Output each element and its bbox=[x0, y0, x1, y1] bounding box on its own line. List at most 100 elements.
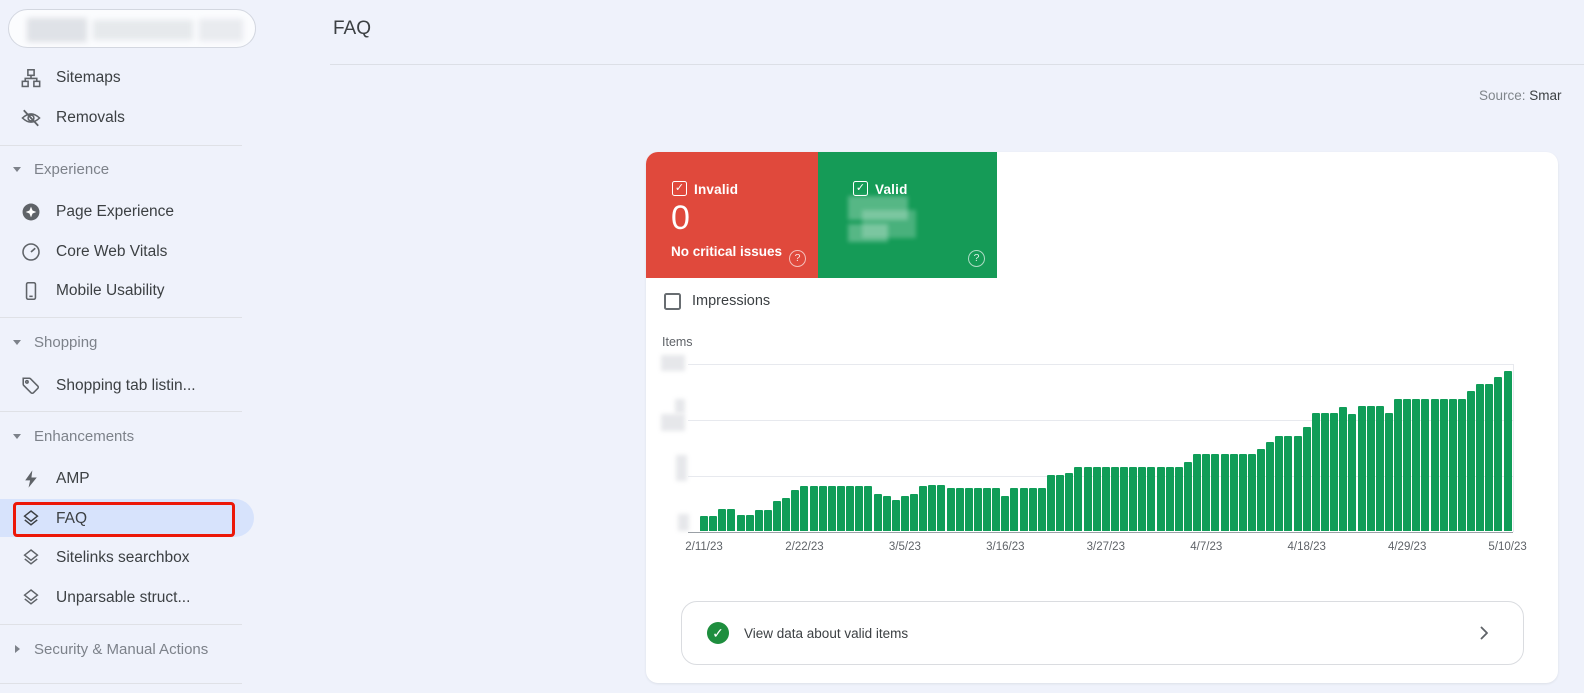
chart-bar bbox=[973, 488, 982, 531]
chart-bar bbox=[955, 488, 964, 531]
chart-x-tick-label: 2/22/23 bbox=[785, 541, 824, 553]
chart-bar bbox=[1037, 488, 1046, 531]
source-label: Source: bbox=[1479, 88, 1526, 103]
sitemap-icon bbox=[21, 68, 41, 88]
chart-bar bbox=[1174, 467, 1183, 531]
sidebar-item-unparsable-structured-data[interactable]: Unparsable struct... bbox=[0, 578, 256, 618]
chart-bar bbox=[763, 510, 772, 531]
chart-bar bbox=[745, 515, 754, 531]
valid-checkbox-checked[interactable]: ✓ bbox=[853, 181, 868, 196]
chart-bar bbox=[1320, 413, 1329, 531]
chart-bar bbox=[1330, 413, 1339, 531]
chart-bar bbox=[1202, 454, 1211, 531]
view-valid-items-row[interactable]: ✓ View data about valid items bbox=[681, 601, 1524, 665]
chart-bar bbox=[1494, 377, 1503, 531]
chart-bar bbox=[1375, 406, 1384, 531]
chart-bar bbox=[727, 509, 736, 531]
chart-bar bbox=[1092, 467, 1101, 531]
chart-bar bbox=[718, 509, 727, 531]
chart-bar bbox=[846, 486, 855, 531]
chart-bar bbox=[1165, 467, 1174, 531]
page-title: FAQ bbox=[333, 18, 372, 39]
chart-bar bbox=[1485, 384, 1494, 531]
sidebar-item-label: Sitemaps bbox=[56, 69, 121, 86]
sidebar-item-amp[interactable]: AMP bbox=[0, 459, 256, 499]
chart-bar bbox=[1019, 488, 1028, 531]
sidebar-item-removals[interactable]: Removals bbox=[0, 98, 256, 138]
chart-bar bbox=[1293, 436, 1302, 531]
chevron-down-icon bbox=[13, 340, 21, 345]
chart-bar bbox=[1266, 442, 1275, 531]
help-icon[interactable]: ? bbox=[789, 250, 806, 267]
chart-bar bbox=[1138, 467, 1147, 531]
sidebar-item-label: Sitelinks searchbox bbox=[56, 549, 190, 566]
chart-bar bbox=[983, 488, 992, 531]
chart-bar bbox=[1074, 467, 1083, 531]
chevron-right-icon bbox=[15, 645, 20, 653]
sidebar-divider bbox=[0, 317, 242, 318]
sidebar-section-experience[interactable]: Experience bbox=[0, 150, 256, 190]
sidebar-item-shopping-tab-listings[interactable]: Shopping tab listin... bbox=[0, 366, 256, 406]
impressions-checkbox[interactable] bbox=[664, 293, 681, 310]
header-divider bbox=[330, 64, 1584, 65]
redacted-y-tick bbox=[661, 355, 685, 371]
chart-bar bbox=[736, 515, 745, 531]
chart-bar bbox=[928, 485, 937, 531]
sidebar-item-core-web-vitals[interactable]: Core Web Vitals bbox=[0, 232, 256, 272]
source-line[interactable]: Source: Smar bbox=[1479, 88, 1584, 103]
invalid-status-card[interactable]: ✓ Invalid 0 No critical issues ? bbox=[646, 152, 818, 278]
invalid-checkbox-checked[interactable]: ✓ bbox=[672, 181, 687, 196]
chart-bar bbox=[836, 486, 845, 531]
chart-bar bbox=[1056, 475, 1065, 531]
sidebar-section-shopping[interactable]: Shopping bbox=[0, 323, 256, 363]
sidebar-divider bbox=[0, 683, 242, 684]
chart-bar bbox=[900, 496, 909, 531]
chart-bar bbox=[1120, 467, 1129, 531]
chart-bar bbox=[1257, 449, 1266, 531]
chart-bar bbox=[773, 501, 782, 531]
sidebar-item-sitelinks-searchbox[interactable]: Sitelinks searchbox bbox=[0, 538, 256, 578]
chart-bar bbox=[1183, 462, 1192, 531]
valid-check-icon: ✓ bbox=[707, 622, 729, 644]
property-selector[interactable] bbox=[8, 9, 256, 48]
chart-bar bbox=[1193, 454, 1202, 531]
valid-status-card[interactable]: ✓ Valid ? bbox=[818, 152, 997, 278]
smartphone-icon bbox=[21, 281, 41, 301]
chart-bar bbox=[1467, 391, 1476, 531]
sidebar-item-faq[interactable]: FAQ bbox=[0, 499, 256, 539]
chart-bar bbox=[1284, 436, 1293, 531]
section-label: Enhancements bbox=[34, 428, 135, 445]
chart-bar bbox=[1448, 399, 1457, 531]
valid-label: Valid bbox=[875, 182, 908, 197]
chart-bar bbox=[818, 486, 827, 531]
chart-bar bbox=[791, 490, 800, 531]
sidebar-section-enhancements[interactable]: Enhancements bbox=[0, 417, 256, 457]
sidebar-item-page-experience[interactable]: Page Experience bbox=[0, 192, 256, 232]
chevron-right-icon[interactable] bbox=[1475, 624, 1493, 642]
chart-bar bbox=[1247, 454, 1256, 531]
items-bar-chart: 2/11/23 2/22/23 3/5/23 3/16/23 3/27/23 4/7/23… bbox=[685, 364, 1527, 553]
chart-bar bbox=[709, 516, 718, 531]
chart-bar bbox=[1430, 399, 1439, 531]
chart-x-tick-label: 3/5/23 bbox=[888, 541, 921, 553]
sidebar-item-label: Mobile Usability bbox=[56, 282, 165, 299]
rich-result-layers-icon bbox=[21, 548, 41, 568]
help-icon[interactable]: ? bbox=[968, 250, 985, 267]
sidebar-item-sitemaps[interactable]: Sitemaps bbox=[0, 58, 256, 98]
sidebar-item-mobile-usability[interactable]: Mobile Usability bbox=[0, 271, 256, 311]
section-label: Experience bbox=[34, 161, 110, 178]
sidebar-section-security-manual-actions[interactable]: Security & Manual Actions bbox=[0, 630, 256, 670]
chart-bar bbox=[1275, 436, 1284, 531]
chart-bar bbox=[1439, 399, 1448, 531]
page-experience-icon bbox=[21, 202, 41, 222]
sidebar-item-label: Removals bbox=[56, 109, 125, 126]
lightning-bolt-icon bbox=[21, 469, 41, 489]
invalid-count: 0 bbox=[671, 199, 690, 237]
chart-bar bbox=[700, 516, 708, 531]
chart-bar bbox=[946, 488, 955, 531]
redacted-y-tick bbox=[676, 455, 687, 481]
chart-bar bbox=[1357, 406, 1366, 531]
chart-bar bbox=[1503, 371, 1512, 531]
chart-bar bbox=[827, 486, 836, 531]
chart-bar bbox=[1211, 454, 1220, 531]
